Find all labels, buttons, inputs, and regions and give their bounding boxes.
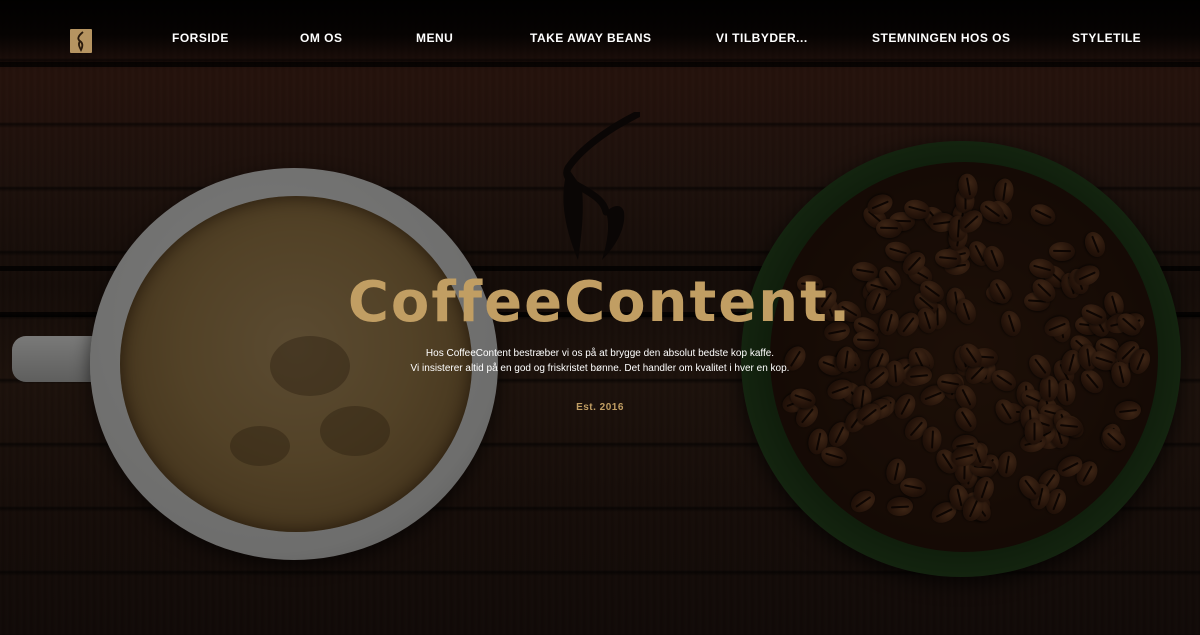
nav-item-forside[interactable]: FORSIDE <box>172 31 229 45</box>
main-navigation: FORSIDE OM OS MENU TAKE AWAY BEANS VI TI… <box>0 0 1200 78</box>
brand-description-line-2: Vi insisterer altid på en god og friskri… <box>410 363 790 374</box>
nav-item-styletile[interactable]: STYLETILE <box>1072 31 1141 45</box>
brand-description-line-1: Hos CoffeeContent bestræber vi os på at … <box>425 348 775 359</box>
nav-item-menu[interactable]: MENU <box>416 31 453 45</box>
coffee-steam-logo-icon <box>560 110 642 264</box>
nav-item-om-os[interactable]: OM OS <box>300 31 343 45</box>
nav-item-vi-tilbyder[interactable]: VI TILBYDER... <box>716 31 808 45</box>
established-year: Est. 2016 <box>576 402 624 413</box>
brand-title: CoffeeContent. <box>347 270 853 335</box>
coffee-steam-logo-icon[interactable] <box>70 29 92 53</box>
nav-item-take-away-beans[interactable]: TAKE AWAY BEANS <box>530 31 652 45</box>
nav-item-stemningen-hos-os[interactable]: STEMNINGEN HOS OS <box>872 31 1011 45</box>
